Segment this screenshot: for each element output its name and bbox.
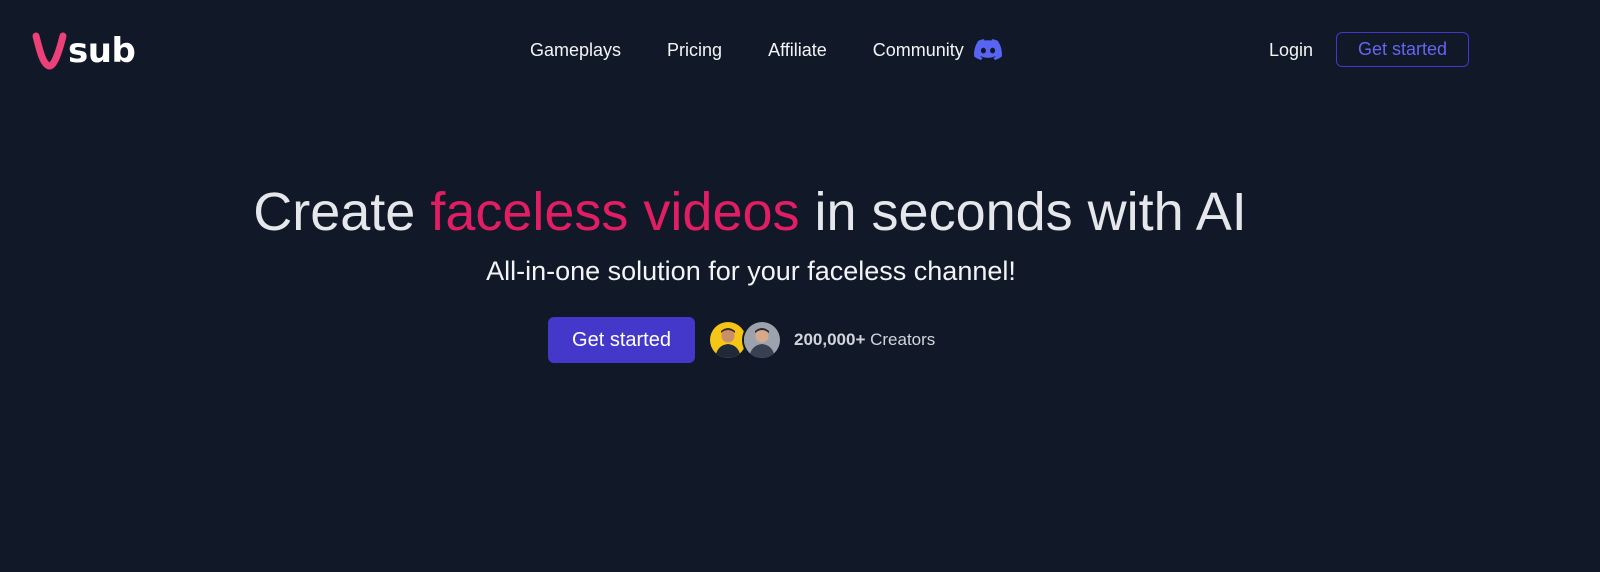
nav-affiliate[interactable]: Affiliate <box>768 36 827 64</box>
hero-subtitle: All-in-one solution for your faceless ch… <box>486 256 1016 286</box>
creator-avatar-2 <box>742 320 782 360</box>
site-header: sub Gameplays Pricing Affiliate Communit… <box>0 0 1600 100</box>
hero-title: Create faceless videos in seconds with A… <box>0 180 1500 244</box>
hero-cta-row: Get started 200,000+ Creators <box>548 317 935 363</box>
logo-text: sub <box>68 31 136 71</box>
creators-label: Creators <box>865 330 936 349</box>
creator-avatars <box>708 320 782 360</box>
nav-community[interactable]: Community <box>873 36 964 64</box>
landing-page: sub Gameplays Pricing Affiliate Communit… <box>0 0 1600 572</box>
hero-title-start: Create <box>253 182 431 242</box>
creators-count-text: 200,000+ Creators <box>794 330 935 350</box>
main-nav: Gameplays Pricing Affiliate Community <box>530 36 1002 64</box>
creators-count: 200,000+ <box>794 330 866 349</box>
nav-pricing[interactable]: Pricing <box>667 36 722 64</box>
header-get-started-button[interactable]: Get started <box>1336 32 1469 67</box>
v-logo-icon <box>32 32 67 70</box>
hero-title-accent: faceless videos <box>430 182 800 242</box>
discord-icon[interactable] <box>973 39 1002 61</box>
logo-link[interactable]: sub <box>30 30 136 72</box>
login-link[interactable]: Login <box>1269 36 1313 64</box>
hero-get-started-button[interactable]: Get started <box>548 317 695 363</box>
hero-title-end: in seconds with AI <box>799 182 1247 242</box>
nav-gameplays[interactable]: Gameplays <box>530 36 621 64</box>
